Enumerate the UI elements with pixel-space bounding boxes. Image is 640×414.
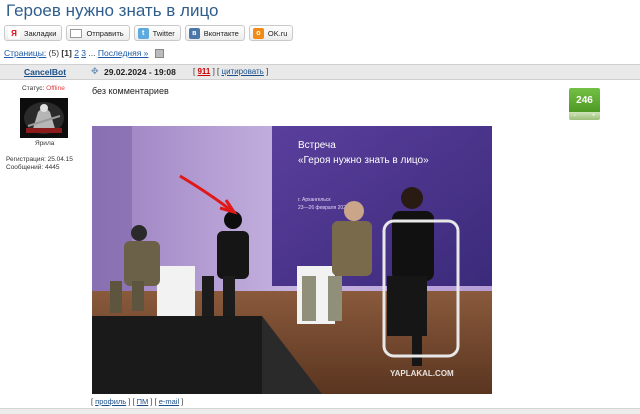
quote-link[interactable]: цитировать xyxy=(221,67,263,76)
page-title: Героев нужно знать в лицо xyxy=(6,1,219,20)
twitter-button[interactable]: t Twitter xyxy=(133,25,181,41)
screen-city: г. Архангельск xyxy=(298,197,331,203)
pages-count: (5) xyxy=(48,48,60,58)
avatar-image xyxy=(20,98,68,138)
bottom-divider xyxy=(0,408,640,414)
status-label: Статус: xyxy=(22,85,45,92)
avatar[interactable] xyxy=(20,98,68,138)
rating-widget: 246 − + xyxy=(569,88,600,120)
twitter-icon: t xyxy=(137,27,149,39)
author-name[interactable]: CancelBot xyxy=(24,65,66,79)
bookmarks-label: Закладки xyxy=(24,28,57,38)
last-page-link[interactable]: Последняя » xyxy=(98,48,149,58)
page-jump-icon[interactable] xyxy=(154,49,164,59)
vk-icon: в xyxy=(188,27,200,39)
yandex-icon: Я xyxy=(8,27,20,39)
pagination: Страницы: (5) [1] 2 3 ... Последняя » xyxy=(4,48,164,59)
vote-plus-button[interactable]: + xyxy=(592,113,596,119)
post-image[interactable]: Встреча «Героя нужно знать в лицо» г. Ар… xyxy=(92,126,492,394)
share-bar: Я Закладки Отправить t Twitter в Вконтакте … xyxy=(4,25,294,42)
ok-label: OK.ru xyxy=(267,28,288,38)
ok-button[interactable]: о OK.ru xyxy=(248,25,294,41)
send-button[interactable]: Отправить xyxy=(66,25,130,41)
mail-icon xyxy=(70,28,83,38)
profile-link[interactable]: профиль xyxy=(95,397,126,406)
ok-icon: о xyxy=(252,27,264,39)
twitter-label: Twitter xyxy=(152,28,175,38)
author-stats: Регистрация: 25.04.15 Сообщений: 4445 xyxy=(6,156,73,172)
pages-ellipsis: ... xyxy=(88,48,96,58)
vote-minus-button[interactable]: − xyxy=(573,113,577,119)
avatar-caption: Ярила xyxy=(35,140,55,147)
watermark: YAPLAKAL.COM xyxy=(390,369,454,378)
registration-date: Регистрация: 25.04.15 xyxy=(6,156,73,163)
rating-controls: − + xyxy=(569,112,600,120)
page-2-link[interactable]: 2 xyxy=(74,48,79,58)
pages-link[interactable]: Страницы: xyxy=(4,48,46,58)
status-value: Offline xyxy=(46,85,65,92)
screen-title-2: «Героя нужно знать в лицо» xyxy=(298,155,429,166)
rating-score: 246 xyxy=(569,88,600,112)
messages-count: Сообщений: 4445 xyxy=(6,164,60,171)
post-link-icon[interactable]: ✥ xyxy=(91,67,100,76)
event-photo: Встреча «Героя нужно знать в лицо» г. Ар… xyxy=(92,126,492,394)
post-footer: [ профиль ] [ ПМ ] [ e-mail ] xyxy=(91,397,184,406)
screen-title-1: Встреча xyxy=(298,140,336,151)
email-link[interactable]: e-mail xyxy=(159,397,179,406)
vk-button[interactable]: в Вконтакте xyxy=(184,25,245,41)
author-status: Статус: Offline xyxy=(22,85,65,92)
send-label: Отправить xyxy=(86,28,124,38)
bookmarks-button[interactable]: Я Закладки xyxy=(4,25,63,41)
current-page: [1] xyxy=(61,48,72,58)
post-header: CancelBot ✥ 29.02.2024 - 19:08 [ 911 ] [… xyxy=(0,64,640,80)
vk-label: Вконтакте xyxy=(203,28,239,38)
post-number-link[interactable]: 911 xyxy=(197,67,210,76)
post-meta: [ 911 ] [ цитировать ] xyxy=(193,67,269,76)
post-date: 29.02.2024 - 19:08 xyxy=(104,67,176,77)
page-3-link[interactable]: 3 xyxy=(81,48,86,58)
pm-link[interactable]: ПМ xyxy=(137,397,149,406)
post-text: без комментариев xyxy=(92,86,169,96)
